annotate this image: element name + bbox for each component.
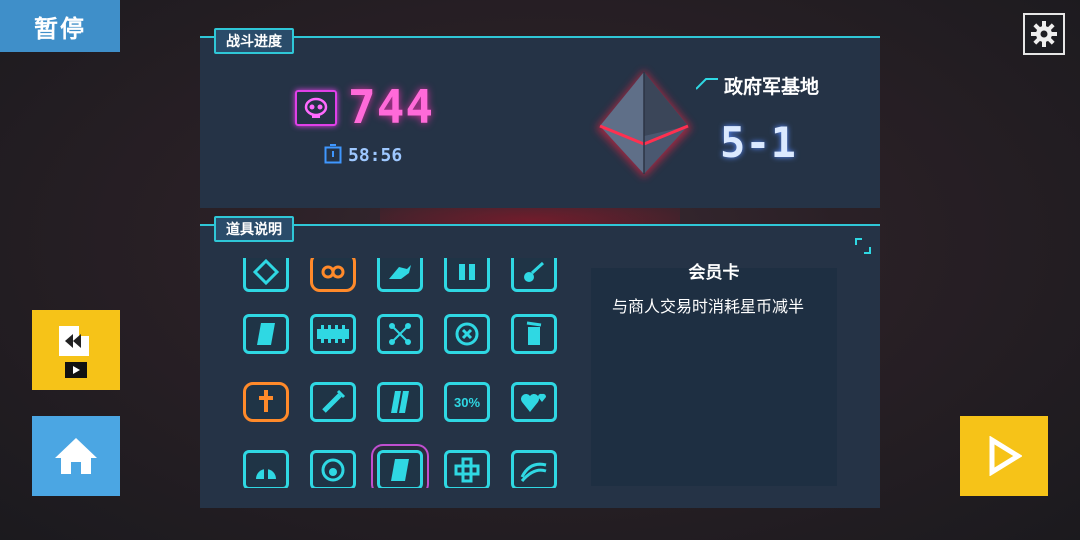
card-icon xyxy=(257,323,275,345)
network-icon xyxy=(389,323,411,345)
save-rewind-icon xyxy=(59,326,89,378)
elapsed-time: 58:56 xyxy=(348,145,403,166)
item-helmet[interactable] xyxy=(243,450,289,488)
battle-progress-panel: 战斗进度 744 58:56 政府军基地 5-1 xyxy=(200,28,880,208)
item-pause-bars[interactable] xyxy=(444,258,490,292)
item-syringe[interactable] xyxy=(310,382,356,422)
items-tab: 道具说明 xyxy=(214,216,294,242)
bird-icon xyxy=(389,265,411,279)
rewind-video-button[interactable] xyxy=(32,310,120,390)
stage-number: 5-1 xyxy=(720,118,796,167)
item-description-title: 会员卡 xyxy=(688,263,740,283)
chain-icon xyxy=(317,325,349,343)
item-wave[interactable] xyxy=(511,450,557,488)
item-diamond-arrows[interactable] xyxy=(243,258,289,292)
sword-hex-icon xyxy=(259,390,273,412)
infinity-shield-icon xyxy=(321,265,345,279)
item-member-card[interactable] xyxy=(377,450,423,488)
pause-label[interactable]: 暂停 xyxy=(0,0,120,52)
comet-icon xyxy=(524,261,545,282)
stage-crystal-icon xyxy=(584,64,704,184)
split-card-icon xyxy=(391,390,409,414)
helmet-icon xyxy=(256,465,276,479)
item-infinity-shield[interactable] xyxy=(310,258,356,292)
home-icon xyxy=(55,438,97,474)
close-circle-icon xyxy=(455,322,479,346)
gear-icon xyxy=(1031,21,1057,47)
item-dpad[interactable] xyxy=(444,450,490,488)
home-button[interactable] xyxy=(32,416,120,496)
area-name: 政府军基地 xyxy=(724,76,820,98)
items-grid[interactable]: 30% xyxy=(238,258,572,488)
settings-button[interactable] xyxy=(1023,13,1065,55)
item-network[interactable] xyxy=(377,314,423,354)
diamond-arrows-icon xyxy=(253,259,279,285)
items-panel: 道具说明 30% 会员卡 与商人交易时消耗星币减半 xyxy=(200,216,880,508)
play-icon xyxy=(989,436,1022,476)
item-up-30-percent[interactable]: 30% xyxy=(444,382,490,422)
expand-corner-icon[interactable] xyxy=(855,238,871,254)
syringe-icon xyxy=(322,389,346,413)
item-chain[interactable] xyxy=(310,314,356,354)
dpad-icon xyxy=(454,457,480,483)
resume-play-button[interactable] xyxy=(960,416,1048,496)
skull-icon xyxy=(295,90,337,126)
kill-score: 744 xyxy=(348,80,435,134)
battery-icon xyxy=(526,321,542,345)
item-split-card[interactable] xyxy=(377,382,423,422)
item-comet[interactable] xyxy=(511,258,557,292)
item-close-circle[interactable] xyxy=(444,314,490,354)
item-bird[interactable] xyxy=(377,258,423,292)
circle-target-icon xyxy=(321,458,345,482)
item-description-text: 与商人交易时消耗星币减半 xyxy=(612,297,805,316)
battle-progress-tab: 战斗进度 xyxy=(214,28,294,54)
wave-icon xyxy=(520,462,547,482)
item-circle-target[interactable] xyxy=(310,450,356,488)
timer-icon xyxy=(324,144,342,164)
hearts-icon xyxy=(521,393,547,412)
up-30-percent-label: 30% xyxy=(453,394,481,410)
item-card[interactable] xyxy=(243,314,289,354)
item-battery[interactable] xyxy=(511,314,557,354)
item-sword-hex[interactable] xyxy=(243,382,289,422)
member-card-icon xyxy=(391,459,409,481)
item-hearts[interactable] xyxy=(511,382,557,422)
area-name-decoration xyxy=(696,78,718,90)
pause-bars-icon xyxy=(459,264,475,280)
